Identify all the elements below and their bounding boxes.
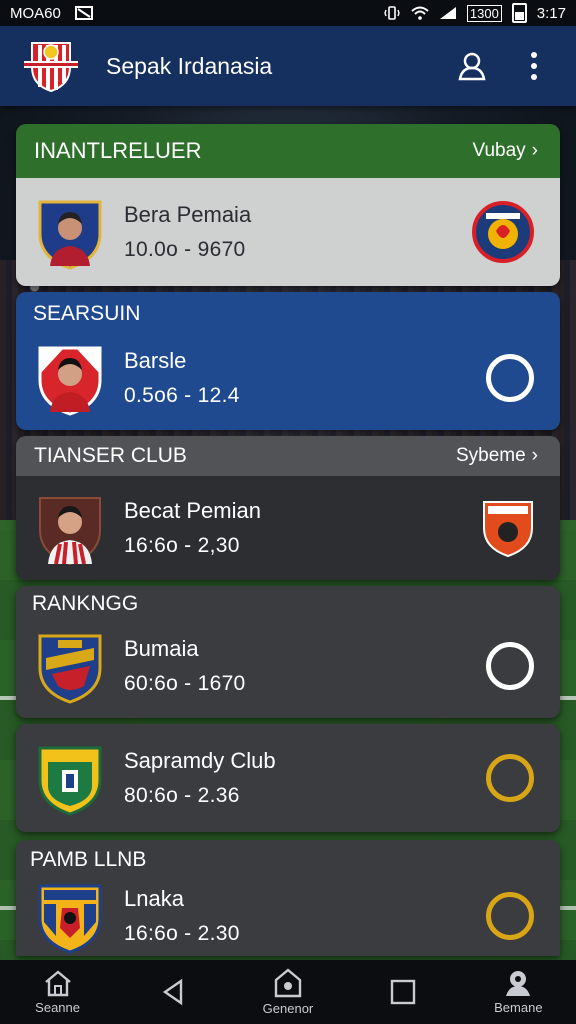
vibrate-icon — [384, 6, 400, 20]
section-4-score: 60:6o - 1670 — [124, 672, 246, 695]
section-5-select-toggle[interactable] — [484, 752, 536, 804]
section-2-title: SEARSUIN — [33, 302, 141, 325]
card-section-1: INANTLRELUER Vubay › Bera Pemaia 10.0o - … — [16, 124, 560, 286]
status-bar: MOA60 1300 3:17 — [0, 0, 576, 26]
section-2-name: Barsle — [124, 348, 187, 373]
more-vert-icon — [531, 52, 537, 80]
app-title: Sepak Irdanasia — [106, 52, 273, 79]
player-shield-badge-icon — [38, 200, 102, 270]
club-shield-badge-icon — [38, 884, 102, 954]
section-2-row[interactable]: Barsle 0.5o6 - 12.4 — [16, 328, 560, 428]
card-section-3: TIANSER CLUB Sybeme › Becat Pemian 16:6o … — [16, 436, 560, 580]
section-5-score: 80:6o - 2.36 — [124, 784, 240, 807]
nav-account-label: Bemane — [494, 1000, 543, 1015]
club-shield-badge-icon — [38, 634, 102, 704]
battery-icon — [511, 3, 527, 23]
section-3-name: Becat Pemian — [124, 498, 261, 523]
player-shield-badge-icon — [38, 346, 102, 416]
section-4-info: Bumaia 60:6o - 1670 — [124, 636, 484, 696]
player-shield-badge-icon — [39, 497, 101, 566]
nav-item-back[interactable] — [123, 977, 223, 1007]
section-4-select-toggle[interactable] — [484, 640, 536, 692]
signal-icon — [439, 7, 456, 19]
nav-item-recents[interactable] — [353, 978, 453, 1006]
section-3-header: TIANSER CLUB Sybeme › — [16, 436, 560, 476]
radio-ring-icon — [486, 754, 534, 802]
section-4-name: Bumaia — [124, 636, 199, 661]
home-icon — [44, 970, 71, 997]
club-crest-icon — [472, 201, 534, 263]
section-5-row[interactable]: Sapramdy Club 80:6o - 2.36 — [16, 724, 560, 832]
profile-button[interactable] — [452, 46, 492, 86]
section-4-row[interactable]: Bumaia 60:6o - 1670 — [16, 616, 560, 716]
nav-item-home[interactable]: Seanne — [8, 969, 108, 1015]
card-section-6: PAMB LLNB Lnaka 16:6o - 2.30 — [16, 840, 560, 956]
radio-ring-icon — [486, 892, 534, 940]
card-section-2: SEARSUIN Barsle 0.5o6 - 12.4 — [16, 292, 560, 430]
section-3-club-crest — [480, 497, 536, 559]
section-2-info: Barsle 0.5o6 - 12.4 — [124, 348, 484, 408]
section-3-title: TIANSER CLUB — [34, 444, 187, 467]
section-3-link-label: Sybeme — [455, 445, 526, 466]
section-6-name: Lnaka — [124, 886, 184, 911]
overflow-menu-button[interactable] — [514, 46, 554, 86]
notification-icon — [74, 6, 93, 20]
section-1-info: Bera Pemaia 10.0o - 9670 — [124, 202, 470, 262]
battery-text: 1300 — [466, 4, 502, 22]
section-6-score: 16:6o - 2.30 — [124, 922, 240, 945]
section-1-name: Bera Pemaia — [124, 202, 252, 227]
card-section-5: Sapramdy Club 80:6o - 2.36 — [16, 724, 560, 832]
person-icon — [458, 52, 486, 81]
nav-item-center[interactable]: Genenor — [238, 968, 338, 1016]
app-logo-shield-icon[interactable] — [22, 37, 80, 95]
section-3-link[interactable]: Sybeme › — [456, 445, 538, 467]
chevron-right-icon: › — [531, 445, 538, 466]
section-3-score: 16:6o - 2,30 — [124, 534, 240, 557]
section-4-title: RANKNGG — [32, 592, 139, 615]
nav-center-label: Genenor — [262, 1001, 314, 1016]
section-2-select-toggle[interactable] — [484, 352, 536, 404]
section-6-info: Lnaka 16:6o - 2.30 — [124, 886, 484, 946]
section-3-info: Becat Pemian 16:6o - 2,30 — [124, 498, 480, 558]
section-6-title: PAMB LLNB — [30, 848, 147, 871]
bottom-navigation: Seanne Genenor Bemane — [0, 960, 576, 1024]
section-1-link[interactable]: Vubay › — [473, 140, 539, 162]
section-1-club-crest — [470, 199, 536, 265]
house-badge-icon — [274, 968, 302, 998]
section-6-select-toggle[interactable] — [484, 890, 536, 942]
nav-home-label: Seanne — [35, 1000, 80, 1015]
section-2-score: 0.5o6 - 12.4 — [124, 384, 240, 407]
carrier-text: MOA60 — [10, 4, 61, 22]
back-icon — [162, 978, 182, 1006]
section-1-score: 10.0o - 9670 — [124, 238, 246, 261]
section-5-name: Sapramdy Club — [124, 748, 276, 773]
radio-ring-icon — [486, 642, 534, 690]
section-5-info: Sapramdy Club 80:6o - 2.36 — [124, 748, 484, 808]
chevron-right-icon: › — [531, 140, 538, 161]
account-icon — [506, 971, 531, 996]
nav-item-account[interactable]: Bemane — [468, 969, 568, 1015]
square-icon — [390, 979, 416, 1005]
clock: 3:17 — [536, 4, 566, 22]
radio-ring-icon — [486, 354, 534, 402]
section-1-row[interactable]: Bera Pemaia 10.0o - 9670 — [16, 178, 560, 286]
card-section-4: RANKNGG Bumaia 60:6o - 1670 — [16, 586, 560, 718]
section-1-title: INANTLRELUER — [34, 138, 202, 163]
section-1-link-label: Vubay — [472, 140, 526, 161]
section-6-row[interactable]: Lnaka 16:6o - 2.30 — [16, 872, 560, 956]
club-shield-badge-icon — [38, 746, 102, 816]
app-bar: Sepak Irdanasia — [0, 26, 576, 106]
wifi-icon — [411, 6, 429, 20]
section-3-row[interactable]: Becat Pemian 16:6o - 2,30 — [16, 476, 560, 580]
section-1-header: INANTLRELUER Vubay › — [16, 124, 560, 178]
club-crest-icon — [483, 501, 533, 558]
